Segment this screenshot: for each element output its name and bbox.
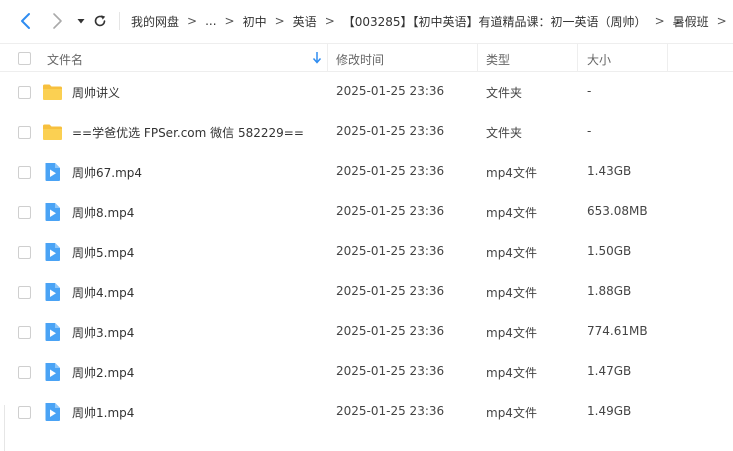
file-list-header: 文件名 修改时间 类型 大小 <box>0 43 733 72</box>
file-row[interactable]: 周帅2.mp4 2025-01-25 23:36 mp4文件 1.47GB <box>0 352 733 392</box>
breadcrumb-item-ellipsis[interactable]: ... <box>205 14 216 28</box>
column-divider[interactable] <box>577 44 578 72</box>
breadcrumb-separator: > <box>274 14 285 28</box>
file-name[interactable]: 周帅3.mp4 <box>72 324 134 341</box>
file-row[interactable]: ==学爸优选 FPSer.com 微信 582229== 2025-01-25 … <box>0 112 733 152</box>
breadcrumb-separator: > <box>324 14 335 28</box>
file-row[interactable]: 周帅4.mp4 2025-01-25 23:36 mp4文件 1.88GB <box>0 272 733 312</box>
breadcrumb: 我的网盘 > ... > 初中 > 英语 > 【003285】【初中英语】有道精… <box>131 12 733 30</box>
row-checkbox[interactable] <box>18 246 31 259</box>
file-size: 1.88GB <box>587 284 632 298</box>
breadcrumb-item-english[interactable]: 英语 <box>293 13 317 30</box>
file-size: 653.08MB <box>587 204 648 218</box>
video-file-icon <box>45 323 60 341</box>
toolbar: 我的网盘 > ... > 初中 > 英语 > 【003285】【初中英语】有道精… <box>0 0 733 42</box>
file-type: mp4文件 <box>486 206 537 220</box>
file-type: mp4文件 <box>486 366 537 380</box>
video-file-icon <box>45 163 60 181</box>
file-type: mp4文件 <box>486 166 537 180</box>
folder-icon <box>43 84 62 100</box>
file-row[interactable]: 周帅讲义 2025-01-25 23:36 文件夹 - <box>0 72 733 112</box>
file-row[interactable]: 周帅5.mp4 2025-01-25 23:36 mp4文件 1.50GB <box>0 232 733 272</box>
file-type: 文件夹 <box>486 126 523 140</box>
column-divider[interactable] <box>327 44 328 72</box>
file-modified: 2025-01-25 23:36 <box>336 284 445 298</box>
row-checkbox[interactable] <box>18 326 31 339</box>
file-modified: 2025-01-25 23:36 <box>336 364 445 378</box>
file-modified: 2025-01-25 23:36 <box>336 244 445 258</box>
refresh-icon <box>94 15 106 27</box>
video-file-icon <box>45 243 60 261</box>
caret-down-icon <box>77 19 85 24</box>
column-header-type[interactable]: 类型 <box>486 51 510 68</box>
sort-down-arrow-icon[interactable] <box>312 51 322 65</box>
column-header-modified[interactable]: 修改时间 <box>336 51 384 68</box>
file-row[interactable]: 周帅8.mp4 2025-01-25 23:36 mp4文件 653.08MB <box>0 192 733 232</box>
file-name[interactable]: 周帅1.mp4 <box>72 404 134 421</box>
row-checkbox[interactable] <box>18 166 31 179</box>
row-checkbox[interactable] <box>18 86 31 99</box>
file-type: mp4文件 <box>486 326 537 340</box>
toolbar-divider <box>119 12 120 30</box>
breadcrumb-item-root[interactable]: 我的网盘 <box>131 13 179 30</box>
file-type: mp4文件 <box>486 406 537 420</box>
file-size: 1.50GB <box>587 244 632 258</box>
row-checkbox[interactable] <box>18 206 31 219</box>
file-modified: 2025-01-25 23:36 <box>336 204 445 218</box>
column-divider[interactable] <box>477 44 478 72</box>
file-size: 1.49GB <box>587 404 632 418</box>
file-name[interactable]: 周帅67.mp4 <box>72 164 142 181</box>
file-modified: 2025-01-25 23:36 <box>336 84 445 98</box>
file-modified: 2025-01-25 23:36 <box>336 164 445 178</box>
file-name[interactable]: 周帅讲义 <box>72 84 120 101</box>
file-type: 文件夹 <box>486 86 523 100</box>
breadcrumb-item-course[interactable]: 【003285】【初中英语】有道精品课：初一英语（周帅） <box>343 13 647 30</box>
file-size: 1.47GB <box>587 364 632 378</box>
file-name[interactable]: 周帅8.mp4 <box>72 204 134 221</box>
breadcrumb-separator: > <box>224 14 235 28</box>
refresh-button[interactable] <box>90 11 110 31</box>
file-row[interactable]: 周帅67.mp4 2025-01-25 23:36 mp4文件 1.43GB <box>0 152 733 192</box>
row-checkbox[interactable] <box>18 406 31 419</box>
file-name[interactable]: 周帅2.mp4 <box>72 364 134 381</box>
breadcrumb-separator: > <box>654 14 665 28</box>
column-header-size[interactable]: 大小 <box>587 51 611 68</box>
video-file-icon <box>45 283 60 301</box>
breadcrumb-separator: > <box>716 14 727 28</box>
row-checkbox[interactable] <box>18 286 31 299</box>
file-list: 周帅讲义 2025-01-25 23:36 文件夹 - ==学爸优选 FPSer… <box>0 72 733 432</box>
video-file-icon <box>45 403 60 421</box>
breadcrumb-item-summer-class[interactable]: 暑假班 <box>673 13 709 30</box>
row-checkbox[interactable] <box>18 126 31 139</box>
file-name[interactable]: 周帅5.mp4 <box>72 244 134 261</box>
panel-edge <box>4 405 5 451</box>
file-size: 774.61MB <box>587 324 648 338</box>
column-divider[interactable] <box>667 44 668 72</box>
back-button[interactable] <box>16 11 36 31</box>
history-dropdown-button[interactable] <box>71 11 91 31</box>
forward-button[interactable] <box>47 11 67 31</box>
chevron-left-icon <box>21 13 30 29</box>
breadcrumb-item-junior-high[interactable]: 初中 <box>243 13 267 30</box>
file-row[interactable]: 周帅3.mp4 2025-01-25 23:36 mp4文件 774.61MB <box>0 312 733 352</box>
file-modified: 2025-01-25 23:36 <box>336 404 445 418</box>
folder-icon <box>43 124 62 140</box>
row-checkbox[interactable] <box>18 366 31 379</box>
chevron-right-icon <box>53 13 62 29</box>
file-name[interactable]: ==学爸优选 FPSer.com 微信 582229== <box>72 124 304 141</box>
video-file-icon <box>45 203 60 221</box>
file-modified: 2025-01-25 23:36 <box>336 124 445 138</box>
file-size: 1.43GB <box>587 164 632 178</box>
column-header-name[interactable]: 文件名 <box>47 51 83 68</box>
select-all-checkbox[interactable] <box>18 52 31 65</box>
file-modified: 2025-01-25 23:36 <box>336 324 445 338</box>
file-row[interactable]: 周帅1.mp4 2025-01-25 23:36 mp4文件 1.49GB <box>0 392 733 432</box>
file-size: - <box>587 84 592 98</box>
file-type: mp4文件 <box>486 286 537 300</box>
file-size: - <box>587 124 592 138</box>
breadcrumb-separator: > <box>187 14 198 28</box>
file-name[interactable]: 周帅4.mp4 <box>72 284 134 301</box>
file-type: mp4文件 <box>486 246 537 260</box>
video-file-icon <box>45 363 60 381</box>
